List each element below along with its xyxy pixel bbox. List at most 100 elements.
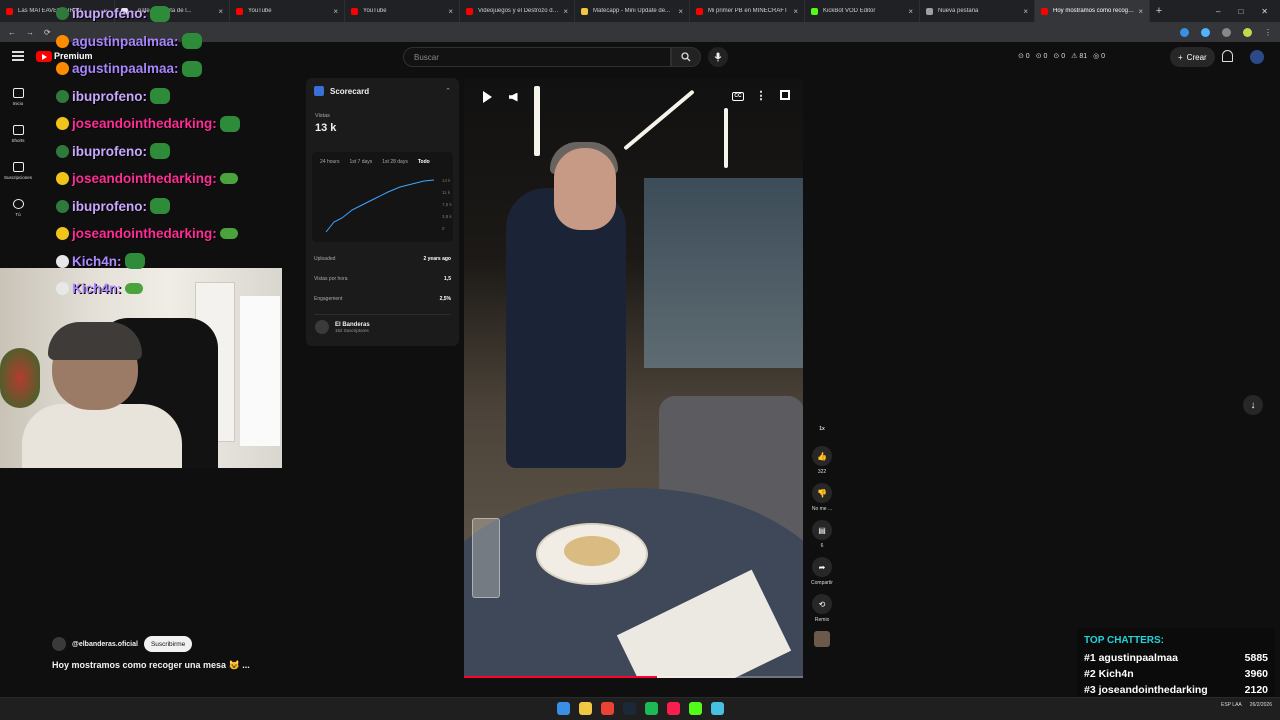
comments-action[interactable]: ▤ 6 bbox=[807, 520, 837, 549]
browser-tab[interactable]: Videojuegos y el Destrozo de... × bbox=[460, 0, 575, 22]
scorecard-header[interactable]: Scorecard bbox=[314, 86, 369, 96]
extension-icon[interactable] bbox=[1222, 27, 1231, 37]
share-icon[interactable]: ➦ bbox=[812, 557, 832, 577]
browser-menu-icon[interactable]: ⋮ bbox=[1264, 28, 1272, 37]
chat-emote-icon bbox=[219, 115, 240, 132]
dislike-action[interactable]: 👎 No me ... bbox=[807, 483, 837, 512]
extension-icon[interactable] bbox=[1201, 27, 1210, 37]
chat-badge-icon bbox=[56, 7, 69, 21]
back-icon[interactable]: ← bbox=[8, 28, 16, 37]
browser-tab[interactable]: YouTube × bbox=[345, 0, 460, 22]
spotify-icon[interactable] bbox=[645, 702, 658, 715]
browser-tab[interactable]: Mi primer PB en MINECRAFT × bbox=[690, 0, 805, 22]
tab-close-icon[interactable]: × bbox=[908, 7, 913, 16]
create-label: Crear bbox=[1186, 52, 1207, 62]
account-avatar[interactable] bbox=[1250, 50, 1264, 64]
captions-icon: CC bbox=[732, 91, 744, 101]
captions-button[interactable]: CC bbox=[730, 89, 746, 103]
channel-avatar[interactable] bbox=[52, 637, 66, 651]
webcam-streamer bbox=[22, 322, 182, 468]
scorecard-owner[interactable]: El Banderas 152 Suscriptores bbox=[315, 320, 370, 334]
sidebar-item-inicio[interactable]: Inicio bbox=[0, 78, 36, 115]
chat-badge-icon bbox=[56, 62, 69, 76]
channel-name[interactable]: @elbanderas.oficial bbox=[72, 641, 138, 648]
browser-tab[interactable]: Nueva pestaña × bbox=[920, 0, 1035, 22]
y-tick-label: 11 k bbox=[442, 190, 451, 195]
chat-username: Kich4n: bbox=[72, 253, 122, 269]
views-line bbox=[325, 179, 435, 233]
extension-icon[interactable] bbox=[1180, 27, 1189, 37]
search-input[interactable]: Buscar bbox=[403, 47, 671, 67]
video-progress-bar[interactable] bbox=[464, 676, 803, 678]
tab-close-icon[interactable]: × bbox=[1138, 7, 1143, 16]
volume-button[interactable] bbox=[506, 90, 520, 104]
top-chatters-title: TOP CHATTERS: bbox=[1084, 635, 1165, 646]
tab-close-icon[interactable]: × bbox=[448, 7, 453, 16]
audio-thumbnail[interactable] bbox=[814, 631, 830, 647]
subscribe-button[interactable]: Suscribirme bbox=[143, 636, 193, 652]
tab-favicon-icon bbox=[926, 7, 933, 15]
y-tick-label: 14 k bbox=[442, 178, 451, 183]
chevron-up-icon[interactable]: ⌃ bbox=[445, 87, 451, 95]
tab-close-icon[interactable]: × bbox=[793, 7, 798, 16]
play-button[interactable] bbox=[480, 90, 494, 104]
y-tick-label: 7,5 k bbox=[442, 202, 453, 207]
sidebar-item-suscripciones[interactable]: Suscripciones bbox=[0, 152, 36, 189]
more-options-button[interactable]: ⋮ bbox=[754, 88, 768, 102]
search-button[interactable] bbox=[671, 47, 701, 67]
tab-title: Videojuegos y el Destrozo de... bbox=[478, 8, 560, 14]
like-icon[interactable]: 👍 bbox=[812, 446, 832, 466]
tab-close-icon[interactable]: × bbox=[678, 7, 683, 16]
top-chatter-row: #3 joseandointhedarking 2120 bbox=[1084, 682, 1268, 698]
sidebar-item-shorts[interactable]: Shorts bbox=[0, 115, 36, 152]
remix-icon[interactable]: ⟲ bbox=[812, 594, 832, 614]
maximize-icon[interactable]: □ bbox=[1238, 7, 1243, 16]
share-action[interactable]: ➦ Compartir bbox=[807, 557, 837, 586]
youtube-logo-icon[interactable] bbox=[36, 51, 52, 62]
opera-gx-icon[interactable] bbox=[667, 702, 680, 715]
next-video-button[interactable]: ↓ bbox=[1243, 395, 1263, 415]
chat-badge-icon bbox=[56, 172, 69, 186]
menu-icon[interactable] bbox=[12, 51, 24, 61]
chrome-icon[interactable] bbox=[601, 702, 614, 715]
steam-icon[interactable] bbox=[623, 702, 636, 715]
notifications-icon[interactable] bbox=[1222, 50, 1233, 62]
language-indicator[interactable]: ESP LAA bbox=[1221, 702, 1242, 708]
voice-search-button[interactable] bbox=[708, 47, 728, 67]
media-icon[interactable] bbox=[711, 702, 724, 715]
remix-action[interactable]: ⟲ Remix bbox=[807, 594, 837, 623]
forward-icon[interactable]: → bbox=[26, 28, 34, 37]
top-chatter-row: #2 Kich4n 3960 bbox=[1084, 666, 1268, 682]
like-action[interactable]: 👍 322 bbox=[807, 446, 837, 475]
tab-favicon-icon bbox=[1041, 7, 1048, 15]
clock-date[interactable]: 26/2/2026 bbox=[1250, 702, 1272, 708]
browser-tab[interactable]: KickBot VOD Editor × bbox=[805, 0, 920, 22]
close-icon[interactable]: ✕ bbox=[1261, 7, 1268, 16]
chat-badge-icon bbox=[56, 117, 69, 131]
fullscreen-icon bbox=[780, 90, 790, 100]
minimize-icon[interactable]: – bbox=[1216, 7, 1220, 16]
profile-icon[interactable] bbox=[1243, 27, 1252, 37]
tab-close-icon[interactable]: × bbox=[1023, 7, 1028, 16]
new-tab-button[interactable]: + bbox=[1150, 5, 1168, 17]
shorts-video-player[interactable]: CC ⋮ bbox=[464, 78, 803, 678]
browser-tab[interactable]: Matecapp - Mini Update de... × bbox=[575, 0, 690, 22]
sidebar-item-tú[interactable]: Tú bbox=[0, 189, 36, 226]
browser-tab[interactable]: Hoy mostramos como recoger... × bbox=[1035, 0, 1150, 22]
kick-icon[interactable] bbox=[689, 702, 702, 715]
shorts-icon bbox=[12, 124, 24, 135]
chat-message: Kich4n: bbox=[56, 248, 286, 276]
reload-icon[interactable]: ⟳ bbox=[44, 28, 51, 37]
fullscreen-button[interactable] bbox=[778, 88, 792, 102]
comment-icon[interactable]: ▤ bbox=[812, 520, 832, 540]
video-title[interactable]: Hoy mostramos como recoger una mesa 😺 ..… bbox=[52, 660, 250, 671]
chat-emote-icon bbox=[124, 253, 145, 270]
dislike-icon[interactable]: 👎 bbox=[812, 483, 832, 503]
windows-start-icon[interactable] bbox=[557, 702, 570, 715]
extension-stat: ⊙ 0 bbox=[1035, 53, 1048, 60]
speed-action[interactable]: 1x bbox=[807, 426, 837, 438]
create-button[interactable]: + Crear bbox=[1170, 47, 1215, 67]
tab-close-icon[interactable]: × bbox=[563, 7, 568, 16]
tab-close-icon[interactable]: × bbox=[333, 7, 338, 16]
file-explorer-icon[interactable] bbox=[579, 702, 592, 715]
